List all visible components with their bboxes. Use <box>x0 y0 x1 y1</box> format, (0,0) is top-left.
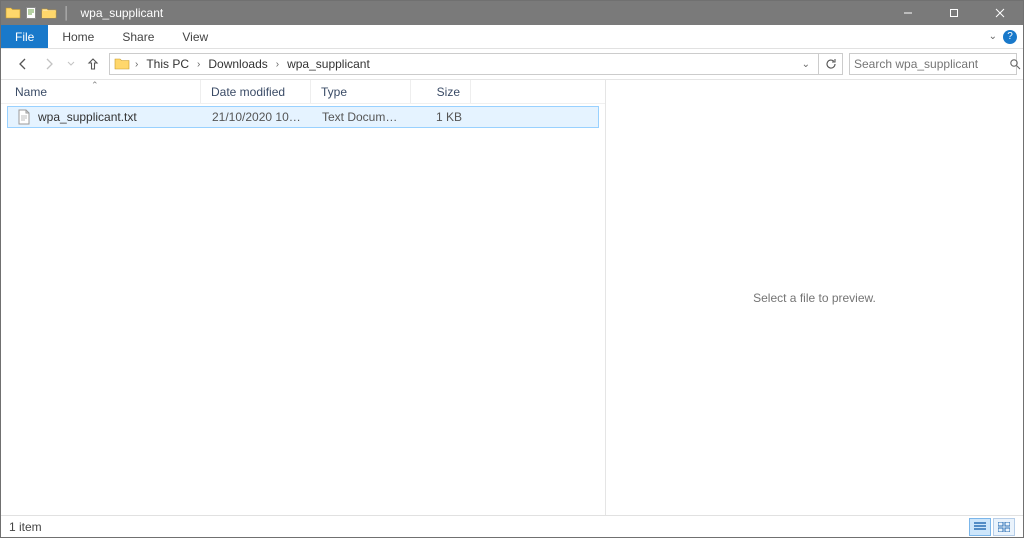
recent-locations-button[interactable] <box>65 54 77 74</box>
ribbon-tab-file[interactable]: File <box>1 25 48 48</box>
file-list-pane: Name ⌃ Date modified Type Size wpa_suppl… <box>1 80 606 515</box>
ribbon-tab-home[interactable]: Home <box>48 25 108 48</box>
search-icon[interactable] <box>1009 58 1021 70</box>
window-controls <box>885 1 1023 25</box>
file-row[interactable]: wpa_supplicant.txt 21/10/2020 10:39 … Te… <box>7 106 599 128</box>
preview-pane: Select a file to preview. <box>606 80 1023 515</box>
status-bar: 1 item <box>1 515 1023 537</box>
file-type: Text Document <box>312 110 412 124</box>
ribbon-tab-share[interactable]: Share <box>108 25 168 48</box>
window-title: wpa_supplicant <box>81 6 164 20</box>
search-input[interactable] <box>854 57 1009 71</box>
breadcrumb-downloads[interactable]: Downloads <box>205 57 270 71</box>
titlebar: │ wpa_supplicant <box>1 1 1023 25</box>
file-rows: wpa_supplicant.txt 21/10/2020 10:39 … Te… <box>1 104 605 515</box>
ribbon: File Home Share View ⌄ ? <box>1 25 1023 49</box>
ribbon-expand-icon[interactable]: ⌄ <box>989 31 997 42</box>
forward-button[interactable] <box>39 54 59 74</box>
ribbon-tab-view[interactable]: View <box>168 25 222 48</box>
help-icon[interactable]: ? <box>1003 30 1017 44</box>
maximize-button[interactable] <box>931 1 977 25</box>
column-header-name-label: Name <box>15 85 47 99</box>
chevron-right-icon[interactable]: › <box>132 59 141 70</box>
content-area: Name ⌃ Date modified Type Size wpa_suppl… <box>1 79 1023 515</box>
sort-indicator-icon: ⌃ <box>91 80 99 91</box>
file-name: wpa_supplicant.txt <box>38 110 137 124</box>
column-header-name[interactable]: Name ⌃ <box>1 80 201 103</box>
document-icon <box>23 5 39 21</box>
titlebar-separator: │ <box>63 6 71 20</box>
nav-row: › This PC › Downloads › wpa_supplicant ⌄ <box>1 49 1023 79</box>
view-toggles <box>969 518 1015 536</box>
preview-placeholder: Select a file to preview. <box>753 291 876 305</box>
close-button[interactable] <box>977 1 1023 25</box>
up-button[interactable] <box>83 54 103 74</box>
file-size: 1 KB <box>412 110 472 124</box>
column-header-type[interactable]: Type <box>311 80 411 103</box>
folder-icon <box>114 56 130 72</box>
quick-access-toolbar <box>1 5 57 21</box>
minimize-button[interactable] <box>885 1 931 25</box>
refresh-button[interactable] <box>819 53 843 75</box>
details-view-button[interactable] <box>969 518 991 536</box>
chevron-right-icon[interactable]: › <box>194 59 203 70</box>
address-dropdown-icon[interactable]: ⌄ <box>802 59 814 70</box>
text-file-icon <box>16 109 32 125</box>
column-header-modified[interactable]: Date modified <box>201 80 311 103</box>
breadcrumb-current[interactable]: wpa_supplicant <box>284 57 373 71</box>
explorer-window: │ wpa_supplicant File Home Share View ⌄ … <box>0 0 1024 538</box>
chevron-right-icon[interactable]: › <box>273 59 282 70</box>
thumbnails-view-button[interactable] <box>993 518 1015 536</box>
file-modified: 21/10/2020 10:39 … <box>202 110 312 124</box>
back-button[interactable] <box>13 54 33 74</box>
column-headers: Name ⌃ Date modified Type Size <box>1 80 605 104</box>
item-count: 1 item <box>9 520 42 534</box>
folder-icon <box>5 5 21 21</box>
address-bar[interactable]: › This PC › Downloads › wpa_supplicant ⌄ <box>109 53 819 75</box>
breadcrumb-root[interactable]: This PC <box>143 57 192 71</box>
column-header-size[interactable]: Size <box>411 80 471 103</box>
search-box[interactable] <box>849 53 1017 75</box>
open-folder-icon <box>41 5 57 21</box>
